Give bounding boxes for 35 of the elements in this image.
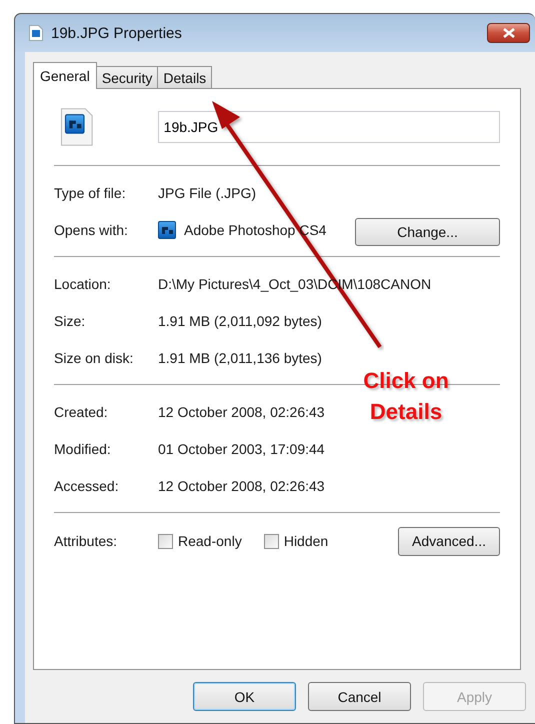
close-button[interactable] [487,23,530,43]
field-value: 12 October 2008, 02:26:43 [158,478,325,494]
close-icon [502,28,516,38]
tab[interactable]: General [33,62,97,89]
photoshop-icon [158,220,176,238]
field-label: Accessed: [54,478,120,494]
tab[interactable]: Details [157,66,212,88]
field-label: Opens with: [54,222,129,238]
tab[interactable]: Security [96,66,158,88]
field-value: 1.91 MB (2,011,136 bytes) [158,350,322,366]
app-name: Adobe Photoshop CS4 [184,222,326,238]
checkbox-label: Hidden [284,533,328,549]
field-label: Modified: [54,440,112,456]
checkbox[interactable] [158,534,173,548]
field-value: JPG File (.JPG) [158,184,256,200]
field-label: Size on disk: [54,350,134,366]
field-value: 1.91 MB (2,011,092 bytes) [158,312,322,328]
field-label: Size: [54,312,86,328]
field-label: Type of file: [54,184,127,200]
field-label: Location: [54,276,112,292]
photoshop-file-icon [61,108,93,146]
field-value: 01 October 2003, 17:09:44 [158,440,325,456]
advanced-button[interactable]: Advanced... [398,526,500,556]
checkbox[interactable] [264,534,279,548]
dialog-button[interactable]: Cancel [308,682,411,711]
file-icon [29,25,43,41]
window-title: 19b.JPG Properties [51,24,182,42]
checkbox-label: Read-only [178,533,242,549]
file-name-field[interactable]: 19b.JPG [158,111,500,143]
dialog-button[interactable]: OK [193,682,296,711]
change-button[interactable]: Change... [355,218,500,246]
field-label: Created: [54,404,109,420]
field-label: Attributes: [54,533,118,549]
field-value: 12 October 2008, 02:26:43 [158,404,325,420]
annotation-text: Click on Details [362,367,450,426]
